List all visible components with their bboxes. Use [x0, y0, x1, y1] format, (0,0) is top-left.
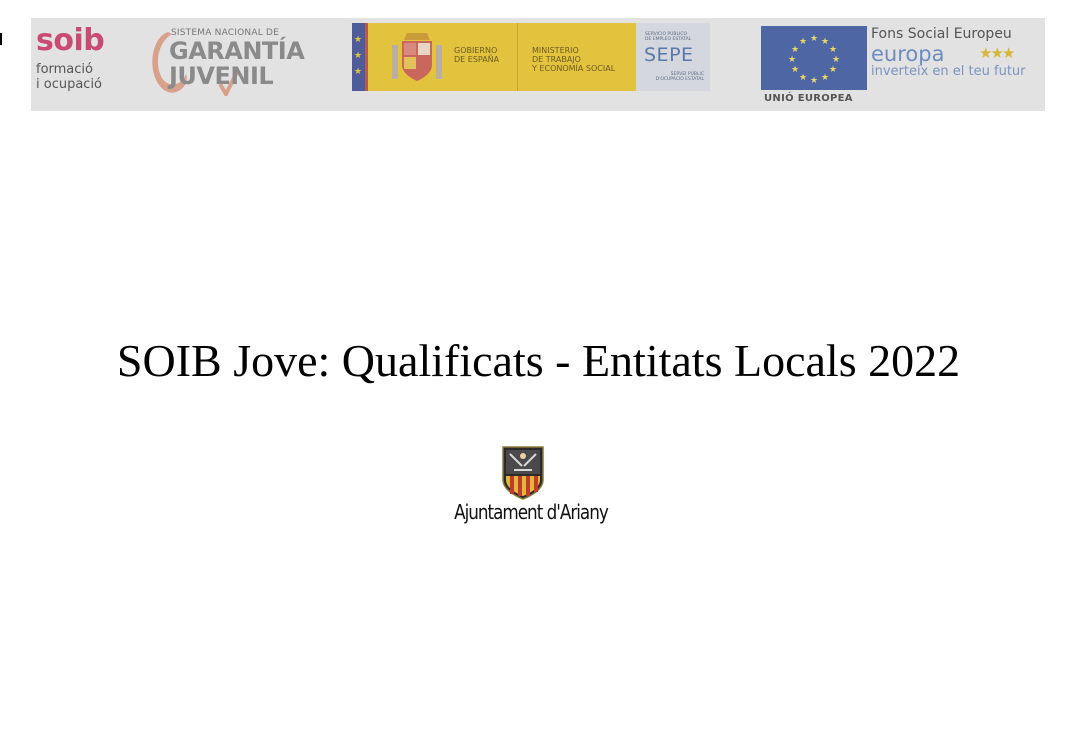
ministerio-text: MINISTERIO DE TRABAJO Y ECONOMÍA SOCIAL: [532, 46, 632, 73]
edge-marker: [0, 33, 2, 45]
svg-text:★: ★: [791, 65, 799, 75]
fse-tagline: inverteix en el teu futur: [871, 64, 1026, 79]
svg-text:★: ★: [788, 55, 796, 65]
ajuntament-name: Ajuntament d'Ariany: [454, 500, 609, 524]
gobierno-text: GOBIERNO DE ESPAÑA: [454, 46, 514, 64]
svg-text:★: ★: [821, 73, 829, 83]
sepe-name: SEPE: [644, 44, 694, 66]
eu-stars-icon: ★ ★ ★ ★ ★ ★ ★ ★ ★ ★ ★ ★: [788, 34, 840, 86]
divider: [517, 23, 518, 91]
fse-title: Fons Social Europeu: [871, 26, 1012, 42]
svg-text:★: ★: [799, 73, 807, 83]
ministerio-line2: DE TRABAJO: [532, 55, 581, 64]
svg-text:★: ★: [810, 76, 818, 86]
sepe-top-line2: DE EMPLEO ESTATAL: [645, 37, 692, 42]
sepe-bottom-text: SERVEI PÚBLIC D'OCUPACIÓ ESTATAL: [644, 72, 704, 82]
svg-text:★: ★: [829, 65, 837, 75]
eu-flag-icon: ★ ★ ★ ★ ★ ★ ★ ★ ★ ★ ★ ★: [761, 26, 867, 90]
svg-text:★: ★: [821, 37, 829, 47]
garantia-juvenil-mid: GARANTÍA: [169, 37, 305, 65]
soib-logo-line2: i ocupació: [36, 77, 103, 92]
ministerio-line3: Y ECONOMÍA SOCIAL: [532, 64, 616, 73]
svg-text:★: ★: [791, 45, 799, 55]
soib-logo-line1: formació: [36, 62, 93, 77]
sepe-logo: SERVICIO PÚBLICO DE EMPLEO ESTATAL SEPE …: [636, 23, 710, 91]
star-icon: ★: [354, 66, 363, 76]
municipal-crest-icon: [502, 446, 544, 500]
page: soib formació i ocupació SISTEMA NACIONA…: [0, 0, 1077, 734]
ajuntament-logo: Ajuntament d'Ariany: [440, 444, 620, 534]
soib-logo-name: soib: [36, 23, 105, 58]
page-title: SOIB Jove: Qualificats - Entitats Locals…: [116, 335, 961, 386]
eu-label: UNIÓ EUROPEA: [764, 93, 853, 104]
fse-europa: europa: [871, 42, 945, 66]
svg-text:★: ★: [799, 37, 807, 47]
fse-logo: Fons Social Europeu europa inverteix en …: [871, 26, 1041, 96]
svg-text:★: ★: [829, 45, 837, 55]
gobierno-line1: GOBIERNO: [454, 46, 498, 55]
soib-logo: soib formació i ocupació: [36, 26, 126, 96]
red-strip: [365, 23, 368, 91]
spain-coat-of-arms-icon: [392, 33, 442, 81]
garantia-juvenil-bottom: JUVENIL: [169, 62, 274, 90]
sponsor-banner: soib formació i ocupació SISTEMA NACIONA…: [31, 18, 1045, 111]
sepe-bottom-line2: D'OCUPACIÓ ESTATAL: [655, 77, 704, 82]
garantia-juvenil-logo: SISTEMA NACIONAL DE GARANTÍA JUVENIL: [146, 24, 316, 96]
star-icon: ★: [354, 34, 363, 44]
sepe-top-text: SERVICIO PÚBLICO DE EMPLEO ESTATAL: [645, 32, 705, 42]
ministerio-line1: MINISTERIO: [532, 46, 579, 55]
gobierno-line2: DE ESPAÑA: [454, 55, 500, 64]
svg-text:★: ★: [810, 34, 818, 44]
fse-stars-icon: ★★★: [979, 45, 1015, 62]
gobierno-ministerio-logo: ★ ★ ★ GOBIERNO DE ESPAÑA MINISTERIO DE T…: [352, 23, 710, 91]
svg-text:★: ★: [832, 55, 840, 65]
star-icon: ★: [354, 50, 363, 60]
